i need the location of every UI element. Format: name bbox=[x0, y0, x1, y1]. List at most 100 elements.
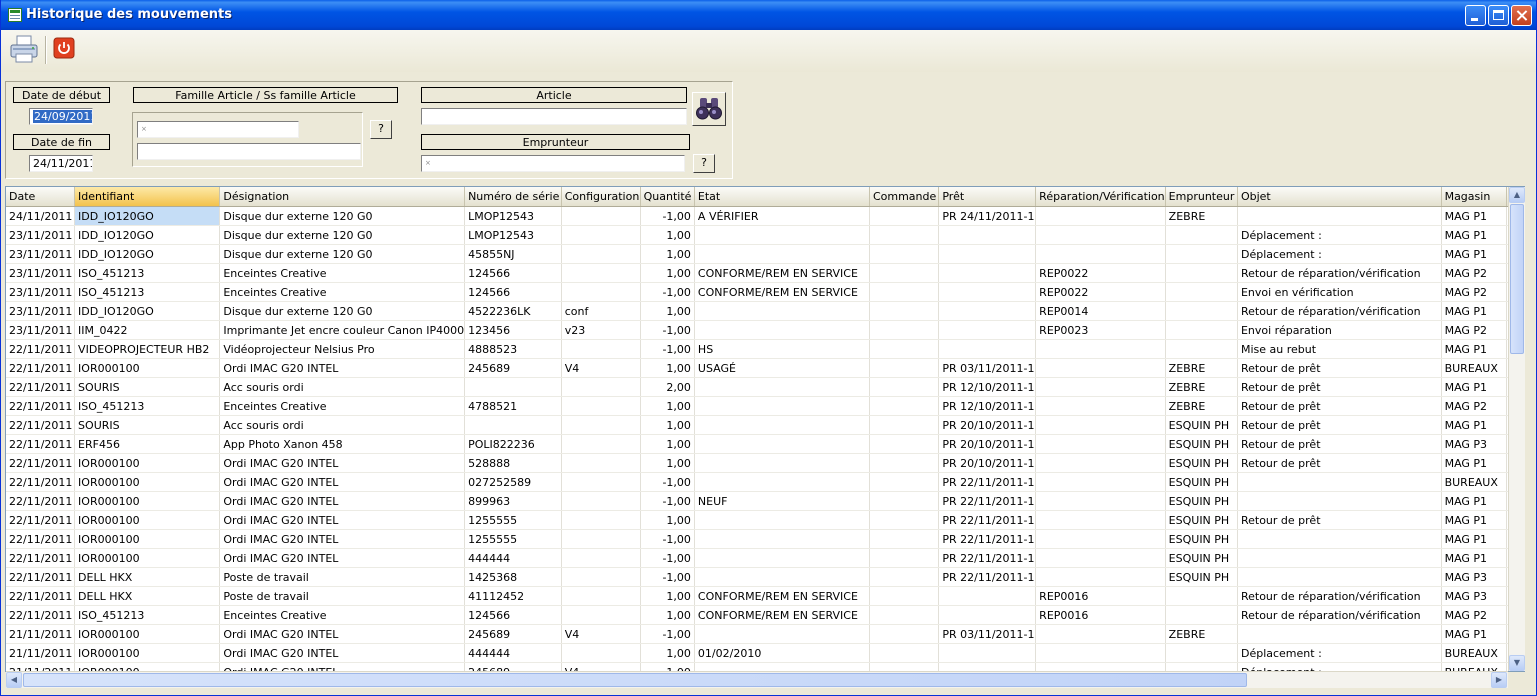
table-cell bbox=[1035, 434, 1166, 454]
table-cell bbox=[1165, 244, 1238, 264]
search-button[interactable] bbox=[692, 92, 726, 126]
vertical-scroll-thumb[interactable] bbox=[1510, 204, 1524, 354]
table-row[interactable]: 22/11/2011 ERF456 App Photo Xanon 458 POLI8… bbox=[6, 434, 1524, 454]
column-header[interactable]: Etat bbox=[694, 187, 870, 207]
table-row[interactable]: 22/11/2011 IOR000100 Ordi IMAC G20 INTEL 24… bbox=[6, 358, 1524, 378]
table-row[interactable]: 23/11/2011 ISO_451213 Enceintes Creative 12… bbox=[6, 263, 1524, 283]
table-cell: IOR000100 bbox=[74, 510, 221, 530]
column-header[interactable]: Objet bbox=[1237, 187, 1442, 207]
table-cell bbox=[561, 605, 641, 625]
table-row[interactable]: 23/11/2011 IIM_0422 Imprimante Jet encre c… bbox=[6, 320, 1524, 340]
printer-icon[interactable] bbox=[9, 34, 39, 64]
scroll-up-button[interactable]: ▲ bbox=[1509, 187, 1525, 203]
subfamily-field[interactable] bbox=[137, 143, 361, 160]
column-header[interactable]: Magasin bbox=[1441, 187, 1507, 207]
start-date-field[interactable]: 24/09/2011 bbox=[29, 108, 93, 125]
table-cell: MAG P2 bbox=[1441, 605, 1507, 625]
scroll-down-button[interactable]: ▼ bbox=[1509, 655, 1525, 671]
table-cell: PR 03/11/2011-1 bbox=[938, 358, 1037, 378]
scroll-left-button[interactable]: ◀ bbox=[6, 672, 22, 688]
table-row[interactable]: 22/11/2011 ISO_451213 Enceintes Creative 12… bbox=[6, 605, 1524, 625]
title-bar[interactable]: Historique des mouvements bbox=[1, 0, 1536, 30]
column-header[interactable]: Quantité bbox=[640, 187, 695, 207]
table-row[interactable]: 21/11/2011 IOR000100 Ordi IMAC G20 INTEL 44… bbox=[6, 643, 1524, 663]
column-header[interactable]: Emprunteur bbox=[1165, 187, 1238, 207]
minimize-button[interactable] bbox=[1465, 5, 1486, 26]
family-help-button[interactable]: ? bbox=[370, 120, 392, 139]
table-cell bbox=[561, 510, 641, 530]
table-cell: 22/11/2011 bbox=[6, 510, 76, 530]
table-cell: DELL HKX bbox=[74, 586, 221, 606]
table-row[interactable]: 22/11/2011 DELL HKX Poste de travail 142536… bbox=[6, 567, 1524, 587]
table-cell bbox=[938, 643, 1037, 663]
table-cell: IOR000100 bbox=[74, 358, 221, 378]
table-cell bbox=[869, 396, 940, 416]
table-cell: IDD_IO120GO bbox=[74, 206, 221, 226]
column-header[interactable]: Configuration bbox=[561, 187, 641, 207]
table-row[interactable]: 22/11/2011 SOURIS Acc souris ordi 1,00 PR 20… bbox=[6, 415, 1524, 435]
table-cell bbox=[1165, 301, 1238, 321]
column-header[interactable]: Numéro de série bbox=[464, 187, 562, 207]
table-row[interactable]: 23/11/2011 IDD_IO120GO Disque dur externe … bbox=[6, 301, 1524, 321]
table-cell: LMOP12543 bbox=[464, 206, 562, 226]
table-cell: 1,00 bbox=[640, 263, 695, 283]
column-header[interactable]: Date bbox=[6, 187, 76, 207]
table-row[interactable]: 24/11/2011 IDD_IO120GO Disque dur externe … bbox=[6, 206, 1524, 226]
movements-table[interactable]: Date Identifiant Désignation Numéro de séri… bbox=[5, 186, 1525, 672]
horizontal-scroll-thumb[interactable] bbox=[23, 673, 1247, 687]
column-header[interactable]: Identifiant bbox=[74, 187, 221, 207]
borrower-label: Emprunteur bbox=[421, 134, 690, 150]
table-row[interactable]: 22/11/2011 IOR000100 Ordi IMAC G20 INTEL 44… bbox=[6, 548, 1524, 568]
table-row[interactable]: 22/11/2011 SOURIS Acc souris ordi 2,00 PR 12… bbox=[6, 377, 1524, 397]
family-field[interactable]: × bbox=[137, 121, 299, 138]
table-row[interactable]: 21/11/2011 IOR000100 Ordi IMAC G20 INTEL 24… bbox=[6, 624, 1524, 644]
table-cell: IOR000100 bbox=[74, 624, 221, 644]
borrower-field[interactable]: × bbox=[421, 155, 685, 172]
table-row[interactable]: 22/11/2011 IOR000100 Ordi IMAC G20 INTEL 12… bbox=[6, 510, 1524, 530]
table-cell: SOURIS bbox=[74, 415, 221, 435]
table-cell bbox=[1035, 472, 1166, 492]
table-cell: 22/11/2011 bbox=[6, 567, 76, 587]
column-header[interactable]: Réparation/Vérification bbox=[1035, 187, 1166, 207]
scroll-right-button[interactable]: ▶ bbox=[1491, 672, 1507, 688]
table-cell: Imprimante Jet encre couleur Canon IP400… bbox=[219, 320, 466, 340]
close-button[interactable] bbox=[1511, 5, 1532, 26]
table-cell bbox=[1035, 206, 1166, 226]
table-row[interactable]: 22/11/2011 IOR000100 Ordi IMAC G20 INTEL 02… bbox=[6, 472, 1524, 492]
table-row[interactable]: 22/11/2011 DELL HKX Poste de travail 411124… bbox=[6, 586, 1524, 606]
table-cell bbox=[1035, 529, 1166, 549]
table-row[interactable]: 22/11/2011 VIDEOPROJECTEUR HB2 Vidéoprojec… bbox=[6, 339, 1524, 359]
power-icon[interactable] bbox=[53, 37, 75, 59]
article-field[interactable] bbox=[421, 108, 687, 125]
table-cell: IOR000100 bbox=[74, 529, 221, 549]
column-header[interactable]: Commande bbox=[869, 187, 940, 207]
table-cell: ZEBRE bbox=[1165, 377, 1238, 397]
vertical-scrollbar[interactable]: ▲ ▼ bbox=[1508, 187, 1525, 671]
table-cell: -1,00 bbox=[640, 339, 695, 359]
borrower-help-button[interactable]: ? bbox=[693, 154, 715, 173]
table-cell: -1,00 bbox=[640, 491, 695, 511]
horizontal-scrollbar[interactable]: ◀ ▶ bbox=[6, 671, 1508, 688]
end-date-field[interactable]: 24/11/2011 bbox=[29, 155, 93, 172]
table-cell bbox=[1165, 605, 1238, 625]
table-row[interactable]: 22/11/2011 IOR000100 Ordi IMAC G20 INTEL 89… bbox=[6, 491, 1524, 511]
table-cell: 23/11/2011 bbox=[6, 301, 76, 321]
table-cell bbox=[561, 415, 641, 435]
table-row[interactable]: 22/11/2011 IOR000100 Ordi IMAC G20 INTEL 12… bbox=[6, 529, 1524, 549]
table-cell: 1,00 bbox=[640, 510, 695, 530]
column-header[interactable]: Prêt bbox=[938, 187, 1037, 207]
table-row[interactable]: 23/11/2011 IDD_IO120GO Disque dur externe … bbox=[6, 225, 1524, 245]
table-row[interactable]: 22/11/2011 ISO_451213 Enceintes Creative 47… bbox=[6, 396, 1524, 416]
table-cell bbox=[869, 358, 940, 378]
table-row[interactable]: 22/11/2011 IOR000100 Ordi IMAC G20 INTEL 52… bbox=[6, 453, 1524, 473]
table-cell: Ordi IMAC G20 INTEL bbox=[219, 491, 466, 511]
table-cell: 21/11/2011 bbox=[6, 643, 76, 663]
binoculars-icon bbox=[696, 98, 722, 120]
table-cell bbox=[869, 605, 940, 625]
column-header[interactable]: Désignation bbox=[219, 187, 466, 207]
table-row[interactable]: 23/11/2011 ISO_451213 Enceintes Creative 12… bbox=[6, 282, 1524, 302]
article-label: Article bbox=[421, 87, 687, 103]
table-cell bbox=[1165, 339, 1238, 359]
maximize-button[interactable] bbox=[1488, 5, 1509, 26]
table-row[interactable]: 23/11/2011 IDD_IO120GO Disque dur externe … bbox=[6, 244, 1524, 264]
